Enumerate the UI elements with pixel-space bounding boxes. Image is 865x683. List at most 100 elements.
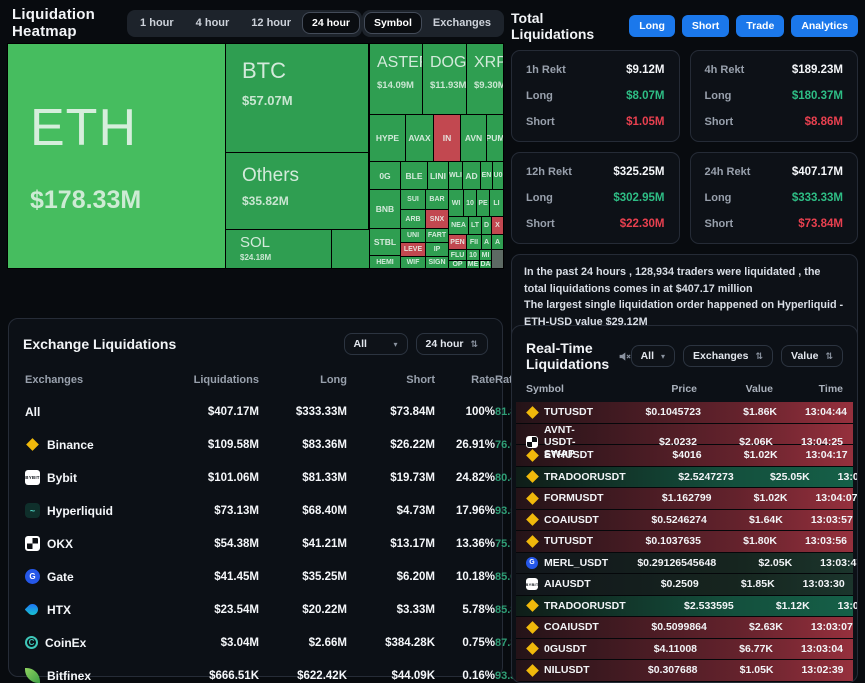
view-toggle-exchanges[interactable]: Exchanges (422, 12, 502, 34)
col-value: Value (697, 383, 773, 395)
liquidation-row-0gusdt[interactable]: 0GUSDT$4.11008$6.77K13:03:04 (516, 639, 853, 661)
realtime-scope-select[interactable]: All ▾ (631, 345, 675, 367)
tile-label: STBL (374, 237, 396, 247)
time-button-24-hour[interactable]: 24 hour (302, 12, 360, 34)
treemap-tile-d[interactable]: D (482, 217, 491, 234)
long-label: Long (526, 90, 553, 102)
treemap-tile-10[interactable]: 10 (467, 250, 479, 260)
treemap-tile-a[interactable]: A (492, 235, 503, 249)
mute-speaker-icon[interactable] (618, 350, 631, 363)
gate-icon: G (526, 557, 538, 569)
liquidation-row-aiausdt[interactable]: BYBITAIAUSDT$0.2509$1.85K13:03:30 (516, 574, 853, 596)
view-toggle-symbol[interactable]: Symbol (364, 12, 422, 34)
liquidation-row-tradoorusdt[interactable]: TRADOORUSDT$2.533595$1.12K13:03:08 (516, 596, 853, 618)
treemap-tile-doge[interactable]: DOGE$11.93M (423, 44, 466, 114)
exchange-row-bybit[interactable]: BYBITBybit$101.06M$81.33M$19.73M24.82%80… (9, 461, 502, 494)
exchange-name: All (25, 405, 40, 419)
time-button-4-hour[interactable]: 4 hour (185, 12, 241, 34)
treemap-tile-snx[interactable]: SNX (426, 210, 448, 228)
liquidation-row-coaiusdt[interactable]: COAIUSDT$0.5246274$1.64K13:03:57 (516, 510, 853, 532)
value-cell: $1.85K (699, 578, 775, 590)
time-button-1-hour[interactable]: 1 hour (129, 12, 185, 34)
liquidation-row-tutusdt[interactable]: TUTUSDT$0.1037635$1.80K13:03:56 (516, 531, 853, 553)
treemap-tile-wi[interactable]: WI (449, 190, 463, 216)
treemap-tile-ad[interactable]: AD (463, 162, 480, 189)
treemap-tile-aster[interactable]: ASTER$14.09M (370, 44, 422, 114)
value-cell: $1.12K (734, 600, 810, 612)
exchange-row-all[interactable]: All$407.17M$333.33M$73.84M100%81.86%Long (9, 395, 502, 428)
time-button-12-hour[interactable]: 12 hour (240, 12, 302, 34)
treemap-tile-wif[interactable]: WIF (401, 257, 425, 268)
treemap-tile-u0[interactable]: U0 (493, 162, 503, 189)
treemap-tile-wli[interactable]: WLI (449, 162, 462, 189)
treemap-tile-a[interactable]: A (482, 235, 491, 249)
exchange-row-htx[interactable]: HTX$23.54M$20.22M$3.33M5.78%85.87%Long (9, 593, 502, 626)
treemap-tile-uni[interactable]: UNI (401, 229, 425, 242)
long-button[interactable]: Long (629, 15, 675, 37)
exchange-row-coinex[interactable]: CCoinEx$3.04M$2.66M$384.28K0.75%87.37%Lo… (9, 626, 502, 659)
treemap-tile-avax[interactable]: AVAX (406, 115, 433, 161)
treemap-tile-pe[interactable]: PE (477, 190, 489, 216)
treemap-tile-eth[interactable]: ETH$178.33M (8, 44, 225, 268)
treemap-tile-others[interactable]: Others$35.82M (226, 153, 368, 229)
short-button[interactable]: Short (682, 15, 729, 37)
realtime-exchange-select[interactable]: Exchanges ⇅ (683, 345, 773, 367)
okx-icon (25, 536, 40, 551)
exchange-scope-select[interactable]: All ▾ (344, 333, 408, 355)
treemap-tile-sui[interactable]: SUI (401, 190, 425, 209)
treemap-tile-nea[interactable]: NEA (449, 217, 468, 234)
realtime-value-select[interactable]: Value ⇅ (781, 345, 843, 367)
treemap-tile-fii[interactable]: FII (467, 235, 481, 249)
exchange-row-bitfinex[interactable]: Bitfinex$666.51K$622.42K$44.09K0.16%93.3… (9, 659, 502, 683)
treemap-tile-bar[interactable]: BAR (426, 190, 448, 209)
treemap-tile-me[interactable]: ME (467, 261, 479, 268)
treemap-tile-x[interactable]: X (492, 217, 503, 234)
exchange-time-select[interactable]: 24 hour ⇅ (416, 333, 488, 355)
treemap-tile-lt[interactable]: LT (469, 217, 481, 234)
treemap-tile-mi[interactable]: MI (480, 250, 491, 260)
treemap-tile-xrp[interactable]: XRP$9.30M (467, 44, 503, 114)
exchange-row-gate[interactable]: GGate$41.45M$35.25M$6.20M10.18%85.05%Lon… (9, 560, 502, 593)
liquidation-row-nilusdt[interactable]: NILUSDT$0.307688$1.05K13:02:39 (516, 660, 853, 682)
tile-label: BNB (376, 204, 394, 214)
treemap-tile[interactable] (332, 230, 369, 268)
analytics-button[interactable]: Analytics (791, 15, 858, 37)
treemap-tile-btc[interactable]: BTC$57.07M (226, 44, 368, 152)
treemap-tile-ble[interactable]: BLE (401, 162, 427, 189)
card-row: 24h Rekt$407.17M (705, 166, 844, 178)
treemap-tile-bnb[interactable]: BNB (370, 190, 400, 228)
liquidation-row-avnt-usdt-swap[interactable]: AVNT-USDT-SWAP$2.0232$2.06K13:04:25 (516, 424, 853, 446)
treemap-tile-10[interactable]: 10 (464, 190, 476, 216)
treemap-tile[interactable] (492, 250, 503, 268)
treemap-tile-sol[interactable]: SOL$24.18M (226, 230, 331, 268)
treemap-tile-0g[interactable]: 0G (370, 162, 400, 189)
treemap-tile-sign[interactable]: SIGN (426, 257, 448, 268)
treemap-tile-lini[interactable]: LINI (428, 162, 448, 189)
treemap-tile-pum[interactable]: PUM (487, 115, 503, 161)
trade-button[interactable]: Trade (736, 15, 784, 37)
exchange-row-okx[interactable]: OKX$54.38M$41.21M$13.17M13.36%75.78%Long (9, 527, 502, 560)
treemap-tile-pen[interactable]: PEN (449, 235, 466, 249)
liquidation-row-tradoorusdt[interactable]: TRADOORUSDT$2.5247273$25.05K13:04:08 (516, 467, 853, 489)
liquidation-row-formusdt[interactable]: FORMUSDT$1.162799$1.02K13:04:07 (516, 488, 853, 510)
treemap-tile-da[interactable]: DA (480, 261, 491, 268)
exchange-row-hyperliquid[interactable]: ~Hyperliquid$73.13M$68.40M$4.73M17.96%93… (9, 494, 502, 527)
treemap-tile-en[interactable]: EN (481, 162, 492, 189)
treemap-tile-li[interactable]: LI (490, 190, 503, 216)
treemap-tile-arb[interactable]: ARB (401, 210, 425, 228)
liquidation-row-merl-usdt[interactable]: GMERL_USDT$0.29126545648$2.05K13:03:47 (516, 553, 853, 575)
treemap-tile-in[interactable]: IN (434, 115, 460, 161)
treemap-tile-avn[interactable]: AVN (461, 115, 486, 161)
liquidation-row-tutusdt[interactable]: TUTUSDT$0.1045723$1.86K13:04:44 (516, 402, 853, 424)
treemap-tile-ip[interactable]: IP (426, 243, 448, 256)
treemap-tile-fart[interactable]: FART (426, 229, 448, 242)
treemap-tile-hype[interactable]: HYPE (370, 115, 405, 161)
treemap-tile-leve[interactable]: LEVE (401, 243, 425, 256)
tile-label: 10 (466, 200, 474, 207)
liquidation-row-coaiusdt[interactable]: COAIUSDT$0.5099864$2.63K13:03:07 (516, 617, 853, 639)
treemap-tile-op[interactable]: OP (449, 261, 466, 268)
treemap-tile-stbl[interactable]: STBL (370, 229, 400, 255)
treemap-tile-hemi[interactable]: HEMI (370, 256, 400, 268)
treemap-tile-flu[interactable]: FLU (449, 250, 466, 260)
exchange-row-binance[interactable]: Binance$109.58M$83.36M$26.22M26.91%76.07… (9, 428, 502, 461)
